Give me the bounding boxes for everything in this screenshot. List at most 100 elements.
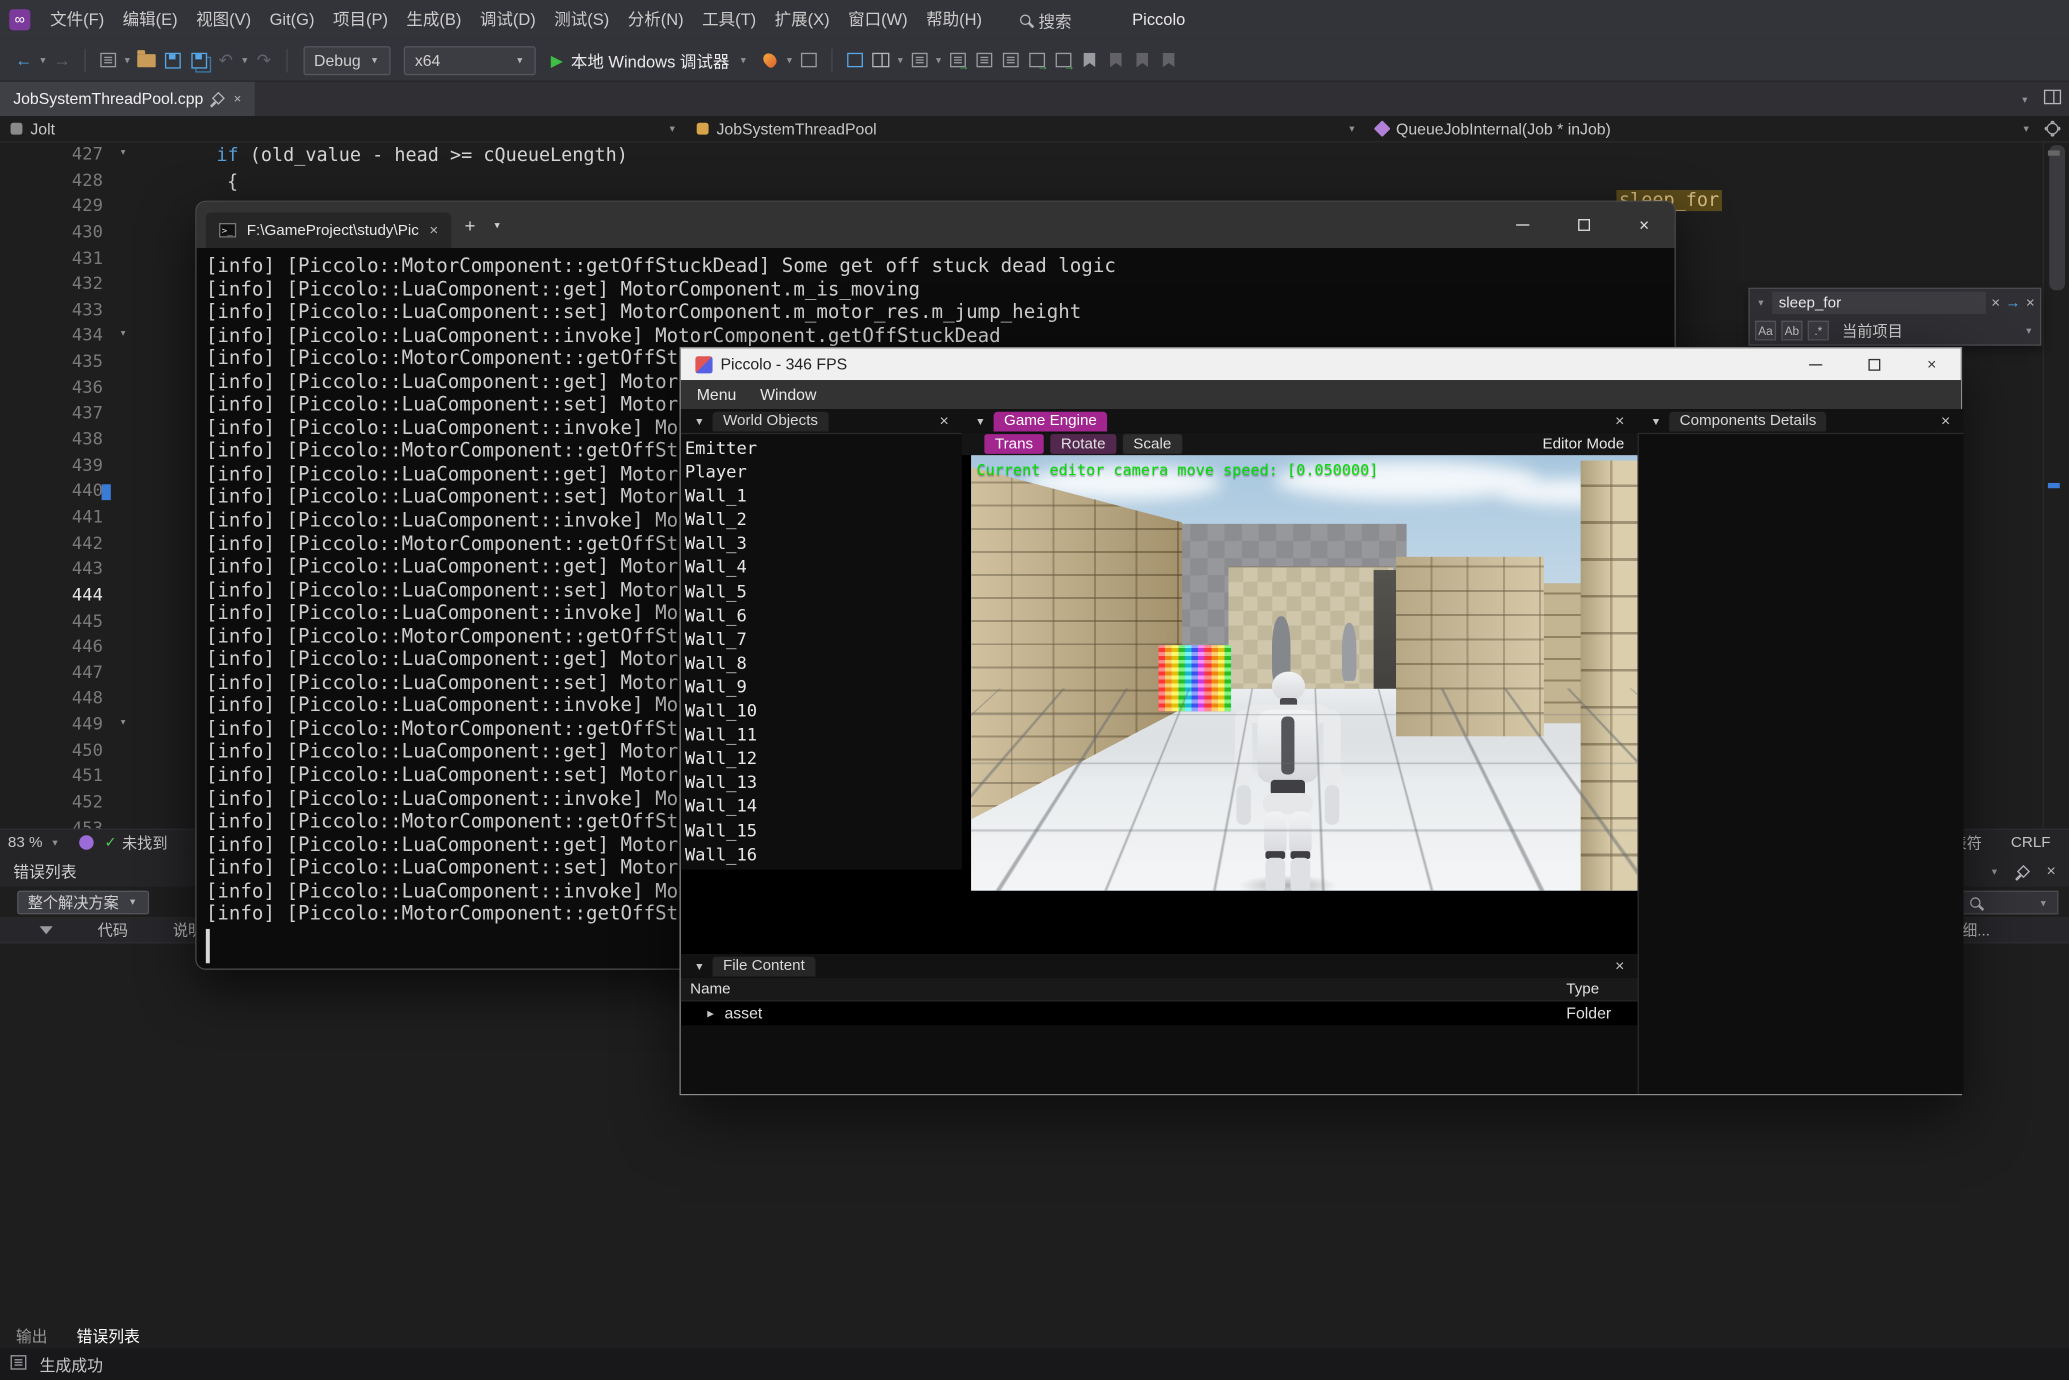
panel-triangle-icon[interactable]: ▼ <box>694 415 704 427</box>
file-content-close-icon[interactable]: × <box>1615 957 1624 975</box>
indent-increase-icon[interactable] <box>997 46 1023 75</box>
world-object-item[interactable]: Wall_5 <box>681 581 962 605</box>
tab-list-caret-icon[interactable]: ▾ <box>2019 93 2031 105</box>
hot-reload-icon[interactable] <box>757 46 783 75</box>
menubar-item[interactable]: 窗口(W) <box>839 0 917 40</box>
scrollbar-thumb[interactable] <box>2049 145 2065 290</box>
menubar-item[interactable]: 扩展(X) <box>765 0 838 40</box>
regex-toggle[interactable]: .* <box>1808 321 1829 341</box>
world-object-item[interactable]: Wall_14 <box>681 796 962 820</box>
undo-caret-icon[interactable]: ▾ <box>239 54 251 66</box>
world-object-item[interactable]: Wall_17 <box>681 868 962 870</box>
vs-logo-icon[interactable]: ∞ <box>9 9 30 30</box>
background-task-icon[interactable] <box>11 1355 27 1373</box>
config-dropdown[interactable]: Debug ▾ <box>303 46 391 75</box>
find-next-icon[interactable]: → <box>2005 295 2020 311</box>
indent-decrease-icon[interactable] <box>971 46 997 75</box>
navbar-settings-icon[interactable] <box>2047 119 2059 137</box>
menubar-item[interactable]: Git(G) <box>260 0 323 40</box>
piccolo-close-button[interactable]: × <box>1903 348 1961 380</box>
world-object-item[interactable]: Wall_8 <box>681 653 962 677</box>
error-col-detail[interactable]: 细... <box>1962 920 1990 941</box>
world-object-item[interactable]: Wall_7 <box>681 629 962 653</box>
world-object-item[interactable]: Wall_3 <box>681 534 962 558</box>
world-object-item[interactable]: Wall_15 <box>681 820 962 844</box>
world-object-item[interactable]: Wall_16 <box>681 844 962 868</box>
fold-chevron-icon[interactable]: ▾ <box>120 717 127 730</box>
menubar-item[interactable]: 视图(V) <box>187 0 260 40</box>
find-in-files-icon[interactable] <box>868 46 894 75</box>
breadcrumb-class[interactable]: JobSystemThreadPool ▾ <box>686 116 1366 141</box>
piccolo-titlebar[interactable]: Piccolo - 346 FPS × <box>681 348 1961 380</box>
tool-translate-button[interactable]: Trans <box>984 434 1043 454</box>
world-object-item[interactable]: Wall_1 <box>681 486 962 510</box>
line-ending-label[interactable]: CRLF <box>2011 835 2051 851</box>
prev-bookmark-icon[interactable] <box>1103 46 1129 75</box>
world-object-item[interactable]: Emitter <box>681 438 962 462</box>
error-col-code[interactable]: 代码 <box>98 920 128 941</box>
breadcrumb-project[interactable]: Jolt ▾ <box>0 116 686 141</box>
world-object-item[interactable]: Wall_4 <box>681 557 962 581</box>
world-object-item[interactable]: Wall_10 <box>681 701 962 725</box>
code-doc-icon[interactable] <box>842 46 868 75</box>
float-tab-icon[interactable] <box>2044 87 2061 111</box>
panel-triangle-icon[interactable]: ▼ <box>694 960 704 972</box>
menubar-item[interactable]: 工具(T) <box>693 0 766 40</box>
world-object-item[interactable]: Wall_13 <box>681 772 962 796</box>
tool-scale-button[interactable]: Scale <box>1123 434 1182 454</box>
error-scope-dropdown[interactable]: 整个解决方案 ▾ <box>17 890 149 914</box>
nav-forward-icon[interactable]: → <box>49 46 75 75</box>
tab-output[interactable]: 输出 <box>16 1324 48 1346</box>
test-caret-icon[interactable]: ▾ <box>933 54 945 66</box>
world-objects-close-icon[interactable]: × <box>939 412 948 430</box>
menubar-item[interactable]: 项目(P) <box>324 0 397 40</box>
test-explorer-icon[interactable] <box>906 46 932 75</box>
find-clear-icon[interactable]: × <box>1991 295 2000 311</box>
fold-chevron-icon[interactable]: ▾ <box>120 146 127 159</box>
menubar-item[interactable]: 编辑(E) <box>113 0 186 40</box>
nav-back-caret-icon[interactable]: ▾ <box>37 54 49 66</box>
break-all-icon[interactable] <box>795 46 821 75</box>
search-box[interactable]: 搜索 <box>1020 0 1071 40</box>
new-window-caret-icon[interactable]: ▾ <box>121 54 133 66</box>
world-object-item[interactable]: Wall_11 <box>681 725 962 749</box>
components-details-tab[interactable]: Components Details <box>1669 411 1827 431</box>
terminal-tab[interactable]: >_ F:\GameProject\study\Pic × <box>206 212 452 248</box>
zoom-dropdown[interactable]: 83 % ▾ <box>0 835 69 851</box>
editor-mode-label[interactable]: Editor Mode <box>1542 436 1624 452</box>
new-window-icon[interactable] <box>95 46 121 75</box>
document-tab[interactable]: JobSystemThreadPool.cpp × <box>0 82 255 116</box>
open-folder-icon[interactable] <box>133 46 159 75</box>
file-col-name[interactable]: Name <box>690 981 730 997</box>
find-caret-icon[interactable]: ▾ <box>894 54 906 66</box>
menubar-item[interactable]: 测试(S) <box>545 0 618 40</box>
menubar-item[interactable]: 分析(N) <box>618 0 692 40</box>
components-details-close-icon[interactable]: × <box>1941 412 1950 430</box>
next-bookmark-icon[interactable] <box>1129 46 1155 75</box>
terminal-tab-close-icon[interactable]: × <box>429 222 438 238</box>
uncomment-icon[interactable] <box>1050 46 1076 75</box>
file-content-body[interactable] <box>681 1025 1638 1094</box>
components-details-body[interactable] <box>1638 433 1964 1094</box>
menubar-item[interactable]: 调试(D) <box>471 0 545 40</box>
filter-funnel-icon[interactable] <box>40 926 53 934</box>
find-close-icon[interactable]: × <box>2026 295 2035 311</box>
menubar-item[interactable]: 生成(B) <box>397 0 470 40</box>
hot-reload-caret-icon[interactable]: ▾ <box>783 54 795 66</box>
pin-icon[interactable] <box>214 92 223 107</box>
piccolo-menu-item[interactable]: Window <box>760 385 816 403</box>
world-object-item[interactable]: Player <box>681 462 962 486</box>
line-guide-icon[interactable] <box>944 46 970 75</box>
menubar-item[interactable]: 文件(F) <box>41 0 114 40</box>
game-engine-close-icon[interactable]: × <box>1615 412 1624 430</box>
terminal-maximize-button[interactable] <box>1553 202 1614 248</box>
panel-close-icon[interactable]: × <box>2047 862 2056 880</box>
world-object-item[interactable]: Wall_6 <box>681 605 962 629</box>
row-expand-icon[interactable]: ▸ <box>707 1006 714 1021</box>
feedback-icon[interactable] <box>79 835 94 850</box>
world-object-item[interactable]: Wall_12 <box>681 748 962 772</box>
game-viewport[interactable]: Current editor camera move speed: [0.050… <box>971 455 1637 890</box>
tool-rotate-button[interactable]: Rotate <box>1050 434 1116 454</box>
piccolo-maximize-button[interactable] <box>1845 348 1903 380</box>
terminal-new-tab-button[interactable]: + <box>465 214 476 235</box>
